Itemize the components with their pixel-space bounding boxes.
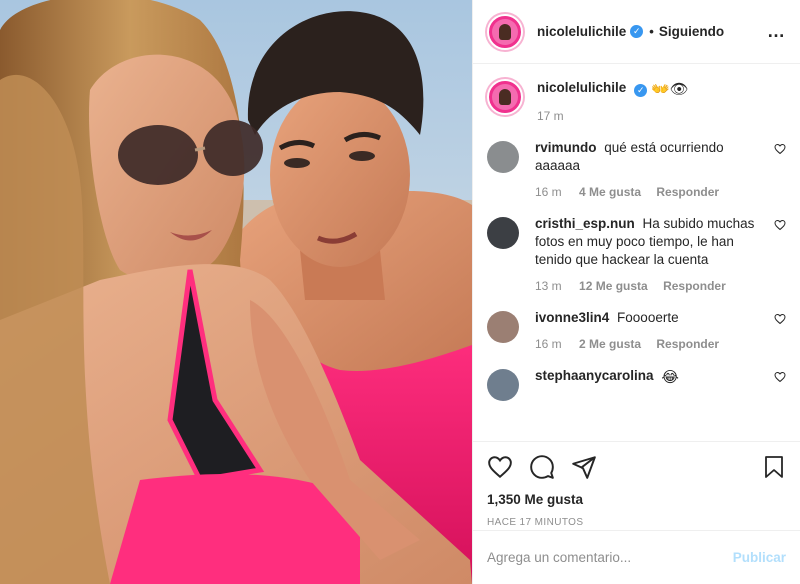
- comment-body: ivonne3lin4 Foooоerte 16 m 2 Me gusta Re…: [535, 309, 786, 353]
- comment-body: cristhi_esp.nun Ha subido muchas fotos e…: [535, 215, 786, 295]
- comment-bubble-icon[interactable]: [529, 454, 555, 480]
- comment-text: 😂: [661, 369, 679, 386]
- action-icons: [487, 452, 786, 482]
- verified-icon: ✓: [630, 25, 644, 38]
- caption-time[interactable]: 17 m: [537, 109, 564, 123]
- heart-icon[interactable]: [774, 219, 786, 231]
- comment-text: Foooоerte: [617, 310, 679, 325]
- post-timestamp[interactable]: HACE 17 MINUTOS: [487, 517, 786, 528]
- heart-icon[interactable]: [774, 371, 786, 383]
- more-options-icon[interactable]: …: [767, 21, 786, 42]
- reply-button[interactable]: Responder: [656, 185, 719, 199]
- heart-icon[interactable]: [774, 143, 786, 155]
- author-username[interactable]: nicolelulichile: [537, 24, 626, 39]
- instagram-post: nicolelulichile ✓ • Siguiendo … nicolelu…: [0, 0, 800, 584]
- comment-likes[interactable]: 4 Me gusta: [579, 185, 641, 199]
- comment-row: rvimundo qué está ocurriendo aaaaaa 16 m…: [487, 139, 786, 201]
- comment-row: stephaanycarolina 😂: [487, 367, 786, 401]
- post-sidebar: nicolelulichile ✓ • Siguiendo … nicolelu…: [472, 0, 800, 584]
- like-heart-icon[interactable]: [487, 454, 513, 480]
- comment-input[interactable]: [487, 550, 733, 565]
- verified-icon: ✓: [634, 84, 648, 97]
- comment-username[interactable]: ivonne3lin4: [535, 310, 609, 325]
- publish-button[interactable]: Publicar: [733, 550, 786, 565]
- caption: nicolelulichile ✓ 👐👁 17 m: [487, 79, 786, 125]
- caption-avatar[interactable]: [487, 79, 523, 115]
- comment-likes[interactable]: 12 Me gusta: [579, 279, 648, 293]
- comment-time[interactable]: 16 m: [535, 337, 562, 351]
- comment-body: stephaanycarolina 😂: [535, 367, 786, 387]
- comments-list[interactable]: nicolelulichile ✓ 👐👁 17 m rvimundo qué es…: [473, 65, 800, 440]
- comment-row: cristhi_esp.nun Ha subido muchas fotos e…: [487, 215, 786, 295]
- author-info: nicolelulichile ✓ • Siguiendo: [537, 24, 724, 39]
- comment-time[interactable]: 13 m: [535, 279, 562, 293]
- comment-username[interactable]: stephaanycarolina: [535, 368, 654, 383]
- commenter-avatar[interactable]: [487, 217, 519, 249]
- caption-username[interactable]: nicolelulichile: [537, 80, 626, 95]
- separator-dot: •: [649, 24, 654, 39]
- commenter-avatar[interactable]: [487, 311, 519, 343]
- save-bookmark-icon[interactable]: [762, 454, 786, 480]
- reply-button[interactable]: Responder: [663, 279, 726, 293]
- comment-username[interactable]: cristhi_esp.nun: [535, 216, 635, 231]
- following-button[interactable]: Siguiendo: [659, 24, 724, 39]
- post-actions: 1,350 Me gusta HACE 17 MINUTOS: [473, 441, 800, 528]
- add-comment-bar: Publicar: [473, 530, 800, 584]
- comment-time[interactable]: 16 m: [535, 185, 562, 199]
- heart-icon[interactable]: [774, 313, 786, 325]
- post-header: nicolelulichile ✓ • Siguiendo …: [473, 0, 800, 64]
- comment-username[interactable]: rvimundo: [535, 140, 597, 155]
- comment-likes[interactable]: 2 Me gusta: [579, 337, 641, 351]
- commenter-avatar[interactable]: [487, 369, 519, 401]
- post-photo[interactable]: [0, 0, 472, 584]
- comment-body: rvimundo qué está ocurriendo aaaaaa 16 m…: [535, 139, 786, 201]
- reply-button[interactable]: Responder: [656, 337, 719, 351]
- likes-count[interactable]: 1,350 Me gusta: [487, 492, 786, 507]
- author-avatar[interactable]: [487, 13, 523, 50]
- commenter-avatar[interactable]: [487, 141, 519, 173]
- selfie-image: [0, 0, 472, 584]
- comment-row: ivonne3lin4 Foooоerte 16 m 2 Me gusta Re…: [487, 309, 786, 353]
- share-send-icon[interactable]: [571, 454, 597, 480]
- caption-text: 👐👁: [651, 81, 689, 98]
- caption-body: nicolelulichile ✓ 👐👁 17 m: [537, 79, 786, 125]
